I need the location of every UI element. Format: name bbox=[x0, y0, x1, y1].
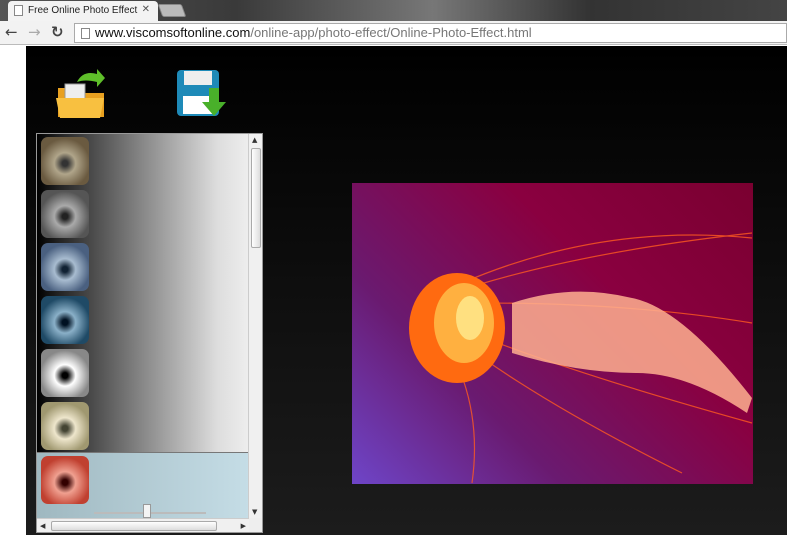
horizontal-scroll-thumb[interactable] bbox=[51, 521, 217, 531]
koala-thumbnail[interactable] bbox=[41, 296, 89, 344]
open-folder-icon[interactable] bbox=[55, 68, 107, 120]
koala-thumbnail[interactable] bbox=[41, 349, 89, 397]
effect-item[interactable] bbox=[37, 240, 249, 293]
effects-list[interactable]: ▲ ▼ ◀ ▶ bbox=[36, 133, 263, 533]
app-canvas: ▲ ▼ ◀ ▶ bbox=[26, 46, 787, 535]
effect-item[interactable] bbox=[37, 399, 249, 452]
save-download-icon[interactable] bbox=[175, 68, 227, 120]
url-path: /online-app/photo-effect/Online-Photo-Ef… bbox=[250, 25, 532, 40]
koala-thumbnail[interactable] bbox=[41, 402, 89, 450]
effect-item[interactable] bbox=[37, 346, 249, 399]
new-tab-button[interactable] bbox=[157, 4, 187, 17]
browser-tab[interactable]: Free Online Photo Effect ✕ bbox=[8, 1, 158, 21]
koala-thumbnail[interactable] bbox=[41, 456, 89, 504]
reload-icon[interactable]: ↻ bbox=[51, 23, 64, 41]
forward-icon[interactable]: → bbox=[28, 23, 41, 41]
vertical-scrollbar[interactable]: ▲ ▼ bbox=[248, 134, 262, 518]
effect-item[interactable] bbox=[37, 187, 249, 240]
tab-bar: Free Online Photo Effect ✕ bbox=[0, 0, 787, 21]
close-tab-icon[interactable]: ✕ bbox=[142, 4, 150, 15]
koala-thumbnail[interactable] bbox=[41, 243, 89, 291]
address-bar[interactable]: www.viscomsoftonline.com/online-app/phot… bbox=[74, 23, 787, 43]
koala-thumbnail[interactable] bbox=[41, 190, 89, 238]
effect-item[interactable] bbox=[37, 134, 249, 187]
vertical-scroll-thumb[interactable] bbox=[251, 148, 261, 248]
koala-thumbnail[interactable] bbox=[41, 137, 89, 185]
back-icon[interactable]: ← bbox=[5, 23, 18, 41]
horizontal-scrollbar[interactable]: ◀ ▶ bbox=[37, 518, 249, 532]
effect-item[interactable] bbox=[37, 293, 249, 346]
tab-title: Free Online Photo Effect bbox=[28, 5, 138, 16]
browser-toolbar: ← → ↻ www.viscomsoftonline.com/online-ap… bbox=[0, 21, 787, 45]
page-icon bbox=[81, 28, 90, 39]
url-host: www.viscomsoftonline.com bbox=[95, 25, 251, 40]
intensity-slider-handle[interactable] bbox=[143, 504, 151, 518]
page-icon bbox=[14, 5, 23, 16]
jellyfish-illustration bbox=[409, 232, 753, 484]
preview-image bbox=[352, 183, 753, 484]
